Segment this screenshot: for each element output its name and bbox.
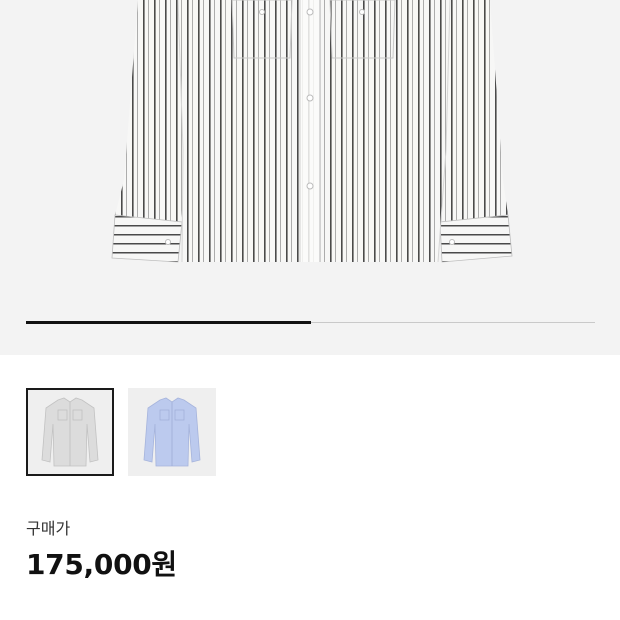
product-price: 175,000원	[26, 548, 177, 581]
shirt-thumbnail-icon	[41, 397, 99, 467]
striped-shirt-image	[111, 0, 513, 263]
color-option-light-blue[interactable]	[128, 388, 216, 476]
product-image-carousel[interactable]	[0, 0, 620, 355]
shirt-thumbnail-icon	[143, 397, 201, 467]
price-label: 구매가	[26, 519, 71, 538]
color-options	[26, 388, 216, 476]
image-scroll-indicator	[26, 321, 595, 324]
image-scroll-progress	[26, 321, 311, 324]
color-option-white-stripe[interactable]	[26, 388, 114, 476]
